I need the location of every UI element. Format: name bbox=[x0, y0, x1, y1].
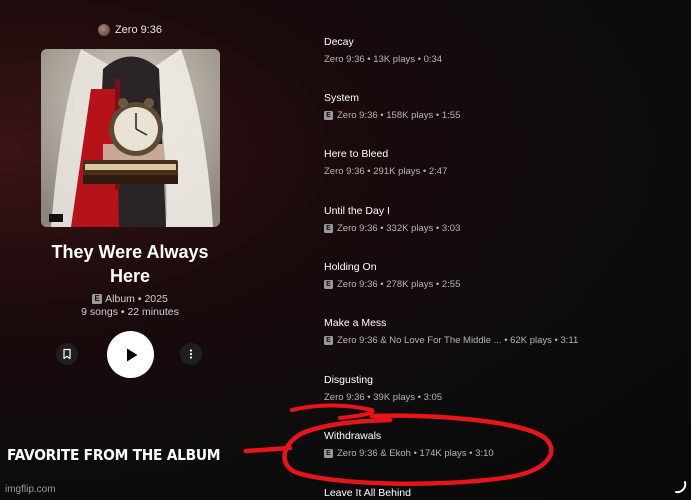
album-title-line2: Here bbox=[109, 266, 151, 286]
more-options-button[interactable] bbox=[180, 343, 202, 365]
track-title: Holding On bbox=[324, 261, 377, 273]
track-subtitle: E Zero 9:36 & No Love For The Middle ... … bbox=[324, 335, 684, 347]
explicit-icon: E bbox=[324, 110, 333, 120]
track-row[interactable]: System E Zero 9:36 • 158K plays • 1:55 bbox=[324, 92, 684, 122]
artist-avatar bbox=[97, 24, 110, 36]
loading-spinner-icon bbox=[675, 481, 687, 494]
explicit-icon: E bbox=[324, 335, 333, 345]
save-to-library-button[interactable] bbox=[56, 343, 78, 365]
track-row[interactable]: Decay Zero 9:36 • 13K plays • 0:34 bbox=[324, 36, 684, 66]
track-row[interactable]: Here to Bleed Zero 9:36 • 291K plays • 2… bbox=[324, 148, 684, 178]
explicit-icon: E bbox=[324, 223, 333, 233]
album-panel: Zero 9:36 They Were Always Here E Album … bbox=[0, 0, 260, 500]
explicit-icon: E bbox=[324, 448, 333, 458]
track-row[interactable]: Leave It All Behind bbox=[324, 487, 684, 500]
track-row[interactable]: Make a Mess E Zero 9:36 & No Love For The… bbox=[324, 317, 684, 347]
bookmark-icon bbox=[63, 348, 71, 360]
track-title: Leave It All Behind bbox=[324, 487, 411, 499]
track-title: System bbox=[324, 92, 360, 104]
play-button[interactable] bbox=[107, 331, 154, 378]
track-subtitle: E Zero 9:36 • 332K plays • 3:03 bbox=[324, 223, 684, 235]
album-title-line1: They Were Always bbox=[51, 242, 209, 262]
track-title: Decay bbox=[324, 36, 354, 48]
favorite-annotation-label: FAVORITE FROM THE ALBUM bbox=[7, 446, 221, 464]
track-row[interactable]: Until the Day I E Zero 9:36 • 332K plays … bbox=[324, 205, 684, 235]
album-type-row: E Album • 2025 bbox=[0, 293, 260, 306]
track-title: Here to Bleed bbox=[324, 148, 389, 160]
more-vertical-icon bbox=[189, 349, 193, 359]
track-subtitle: E Zero 9:36 • 278K plays • 2:55 bbox=[324, 279, 684, 291]
annotation-scribble bbox=[290, 403, 375, 420]
album-cover bbox=[41, 49, 220, 227]
track-row[interactable]: Disgusting Zero 9:36 • 39K plays • 3:05 bbox=[324, 374, 684, 404]
album-meta: E Album • 2025 9 songs • 22 minutes bbox=[0, 293, 260, 319]
track-subtitle: E Zero 9:36 & Ekoh • 174K plays • 3:10 bbox=[324, 448, 684, 460]
album-cover-art bbox=[41, 49, 220, 227]
track-subtitle: Zero 9:36 • 291K plays • 2:47 bbox=[324, 166, 448, 177]
play-icon bbox=[126, 348, 137, 361]
track-title: Until the Day I bbox=[324, 205, 390, 217]
artist-name[interactable]: Zero 9:36 bbox=[115, 24, 162, 36]
track-subtitle: Zero 9:36 • 13K plays • 0:34 bbox=[324, 54, 443, 65]
album-title: They Were Always Here bbox=[0, 240, 260, 288]
artist-row[interactable]: Zero 9:36 bbox=[0, 24, 260, 36]
track-subtitle: Zero 9:36 • 39K plays • 3:05 bbox=[324, 392, 443, 403]
track-title: Withdrawals bbox=[324, 430, 382, 442]
track-title: Make a Mess bbox=[324, 317, 387, 329]
album-songs-duration: 9 songs • 22 minutes bbox=[81, 306, 179, 318]
album-type-year: Album • 2025 bbox=[105, 293, 168, 305]
track-row[interactable]: Holding On E Zero 9:36 • 278K plays • 2:5… bbox=[324, 261, 684, 291]
explicit-icon: E bbox=[324, 279, 333, 289]
imgflip-watermark: imgflip.com bbox=[5, 484, 56, 495]
explicit-icon: E bbox=[92, 294, 103, 305]
track-title: Disgusting bbox=[324, 374, 374, 386]
track-row[interactable]: Withdrawals E Zero 9:36 & Ekoh • 174K pla… bbox=[324, 430, 684, 460]
track-subtitle: E Zero 9:36 • 158K plays • 1:55 bbox=[324, 110, 684, 122]
